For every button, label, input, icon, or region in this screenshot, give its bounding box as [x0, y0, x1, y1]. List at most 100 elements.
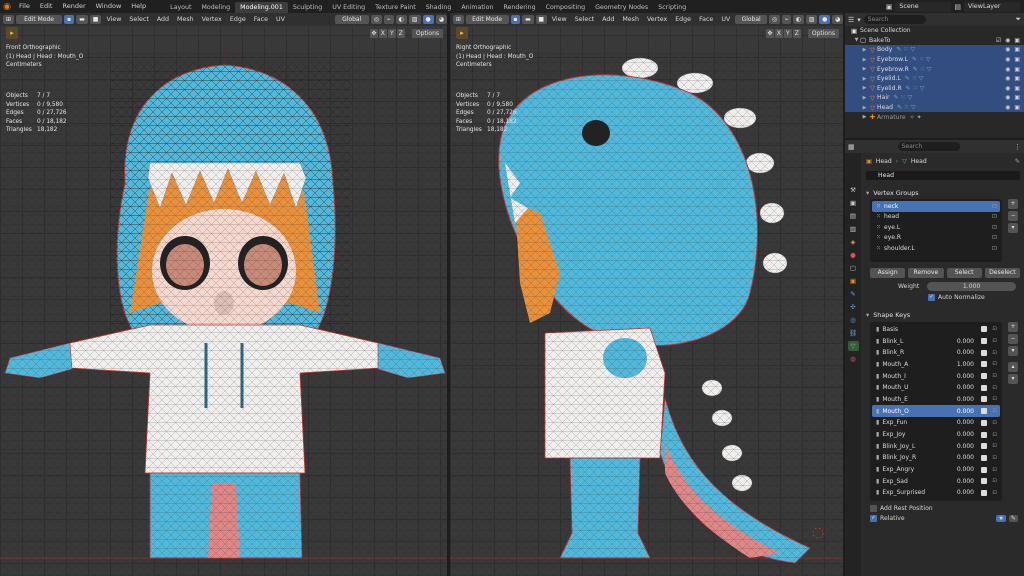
shape-key-item[interactable]: ▮ Blink_L 0.000 ⊡	[872, 335, 1000, 347]
shape-key-item[interactable]: ▮ Mouth_E 0.000 ⊡	[872, 394, 1000, 406]
tab-workspace-sculpting[interactable]: Sculpting	[288, 2, 327, 13]
shading-material-icon[interactable]: ◕	[832, 15, 843, 24]
expand-triangle-icon[interactable]: ▶	[861, 66, 868, 72]
filter-icon[interactable]: ▾	[857, 16, 861, 24]
view-layer-tab-icon[interactable]: ▥	[848, 224, 859, 234]
physics-tab-icon[interactable]: ◎	[848, 315, 859, 325]
shape-keys-panel-header[interactable]: ▾ Shape Keys	[866, 309, 1020, 322]
properties-search-input[interactable]: Search	[897, 142, 960, 151]
remove-shape-key-button[interactable]: −	[1008, 333, 1018, 344]
shape-key-value[interactable]: 0.000	[957, 338, 974, 345]
output-tab-icon[interactable]: ▤	[848, 211, 859, 221]
tab-workspace-scripting[interactable]: Scripting	[653, 2, 691, 13]
material-tab-icon[interactable]: ◍	[848, 354, 859, 364]
shape-key-value[interactable]: 1.000	[957, 361, 974, 368]
vertex-group-item[interactable]: ⁙ eye.L ⊡	[872, 222, 1000, 233]
overlay-icon[interactable]: ◐	[793, 15, 805, 24]
eye-icon[interactable]: ◉	[1005, 56, 1010, 63]
viewport-menu-view[interactable]: View	[549, 16, 570, 23]
tab-workspace-texture-paint[interactable]: Texture Paint	[370, 2, 421, 13]
camera-icon[interactable]: ▣	[1014, 104, 1020, 111]
viewport-front[interactable]: ⊞ Edit Mode ▪ ▬ ■ View Select Add Mesh Vertex Edge…	[0, 13, 447, 576]
select-button[interactable]: Select	[946, 267, 982, 278]
scene-field[interactable]: Scene	[895, 1, 952, 12]
shape-key-item[interactable]: ▮ Basis ⊡	[872, 324, 1000, 336]
camera-icon[interactable]: ▣	[1014, 56, 1020, 63]
tab-workspace-compositing[interactable]: Compositing	[541, 2, 590, 13]
pin-icon[interactable]: ✎	[1015, 158, 1020, 165]
render-tab-icon[interactable]: ▣	[848, 198, 859, 208]
tab-workspace-modeling[interactable]: Modeling	[197, 2, 236, 13]
outliner-collection-baketo[interactable]: ▼ ▢ BakeTo ☑ ◉ ▣	[845, 36, 1024, 46]
object-tab-icon[interactable]: ▣	[848, 276, 859, 286]
viewport-menu-uv[interactable]: UV	[718, 16, 733, 23]
vertex-groups-panel-header[interactable]: ▾ Vertex Groups	[866, 186, 1020, 199]
vertex-groups-list[interactable]: ⁙ neck ⊡ ⁙ head ⊡ ⁙ eye.L ⊡ ⁙ eye.R ⊡ ⁙ shoulder…	[870, 199, 1002, 262]
lock-icon[interactable]: ⊡	[992, 338, 997, 344]
auto-normalize-row[interactable]: ✓ Auto Normalize	[928, 293, 1020, 301]
weight-field[interactable]: 1.000	[927, 281, 1016, 291]
lock-icon[interactable]: ⊡	[992, 490, 997, 496]
properties-editor-icon[interactable]: ▦	[848, 143, 855, 151]
lock-icon[interactable]: ⊡	[992, 443, 997, 449]
outliner-item-eyelid-r[interactable]: ▶ ▽ Eyelid.R ✎ ⁙ ▽ ◉ ▣	[845, 83, 1024, 94]
pivot-icon[interactable]: ✥	[369, 28, 378, 38]
eye-icon[interactable]: ◉	[1005, 104, 1010, 111]
viewport-menu-uv[interactable]: UV	[273, 16, 288, 23]
shape-key-item[interactable]: ▮ Exp_Fun 0.000 ⊡	[872, 417, 1000, 429]
viewport-menu-vertex[interactable]: Vertex	[199, 16, 225, 23]
shape-key-mute-checkbox[interactable]	[981, 454, 987, 461]
expand-triangle-icon[interactable]: ▶	[861, 85, 868, 91]
collection-tab-icon[interactable]: ▢	[848, 263, 859, 273]
camera-icon[interactable]: ▣	[1014, 46, 1020, 53]
axis-z-toggle[interactable]: Z	[792, 28, 801, 38]
shape-key-item[interactable]: ▮ Blink_Joy_R 0.000 ⊡	[872, 452, 1000, 464]
viewport-menu-select[interactable]: Select	[126, 16, 151, 23]
eye-icon[interactable]: ◉	[1005, 66, 1010, 73]
face-select-icon[interactable]: ■	[89, 15, 102, 24]
lock-icon[interactable]: ⊡	[992, 478, 997, 484]
expand-triangle-icon[interactable]: ▶	[861, 57, 868, 63]
shape-key-value[interactable]: 0.000	[957, 373, 974, 380]
outliner-item-hair[interactable]: ▶ ▽ Hair ✎ ⁙ ▽ ◉ ▣	[845, 93, 1024, 103]
menu-file[interactable]: File	[14, 0, 35, 13]
tab-workspace-uv-editing[interactable]: UV Editing	[327, 2, 370, 13]
transform-orientation-dropdown[interactable]: Global	[735, 15, 768, 24]
shape-key-item[interactable]: ▮ Exp_Joy 0.000 ⊡	[872, 429, 1000, 441]
shading-material-icon[interactable]: ◕	[435, 15, 447, 24]
outliner-item-body[interactable]: ▶ ▽ Body ✎ ⁙ ▽ ◉ ▣	[845, 45, 1024, 55]
add-rest-position-checkbox[interactable]	[870, 504, 877, 512]
tab-workspace-modeling-001[interactable]: Modeling.001	[235, 1, 288, 13]
menu-help[interactable]: Help	[126, 0, 151, 13]
eye-icon[interactable]: ◉	[1005, 85, 1010, 92]
viewport-menu-vertex[interactable]: Vertex	[644, 16, 670, 23]
outliner-item-head[interactable]: ▶ ▽ Head ✎ ⁙ ▽ ◉ ▣	[845, 102, 1024, 113]
eye-icon[interactable]: ◉	[1005, 37, 1010, 44]
shape-key-mute-checkbox[interactable]	[981, 361, 987, 368]
tab-workspace-geometry-nodes[interactable]: Geometry Nodes	[590, 2, 653, 13]
shading-solid-icon[interactable]: ●	[819, 15, 831, 24]
editor-type-icon[interactable]: ⊞	[3, 15, 15, 24]
shape-key-mute-checkbox[interactable]	[981, 443, 987, 450]
expand-triangle-icon[interactable]: ▶	[861, 105, 868, 111]
viewport-menu-mesh[interactable]: Mesh	[619, 16, 642, 23]
shape-key-item[interactable]: ▮ Blink_R 0.000 ⊡	[872, 347, 1000, 359]
shape-key-item[interactable]: ▮ Exp_Angry 0.000 ⊡	[872, 464, 1000, 476]
view-layer-field[interactable]: ViewLayer	[964, 1, 1020, 12]
eye-icon[interactable]: ◉	[1005, 46, 1010, 53]
checkbox-icon[interactable]: ☑	[996, 37, 1001, 44]
viewport-menu-view[interactable]: View	[103, 16, 124, 23]
outliner-search-input[interactable]: Search	[863, 15, 926, 24]
shading-solid-icon[interactable]: ●	[422, 15, 434, 24]
axis-y-toggle[interactable]: Y	[387, 28, 396, 38]
viewport-menu-add[interactable]: Add	[599, 16, 617, 23]
lock-icon[interactable]: ⊡	[992, 203, 997, 210]
particles-tab-icon[interactable]: ✣	[848, 302, 859, 312]
move-down-button[interactable]: ▾	[1008, 373, 1018, 384]
vertex-select-icon[interactable]: ▪	[510, 15, 521, 24]
eye-icon[interactable]: ◉	[1005, 94, 1010, 101]
select-tool-icon[interactable]: ▸	[456, 27, 468, 39]
shape-keys-list[interactable]: ▮ Basis ⊡ ▮ Blink_L 0.000 ⊡ ▮ Blink_R 0.000 ⊡ ▮ …	[870, 321, 1002, 501]
pivot-icon[interactable]: ✥	[765, 28, 774, 38]
tab-workspace-rendering[interactable]: Rendering	[498, 2, 540, 13]
